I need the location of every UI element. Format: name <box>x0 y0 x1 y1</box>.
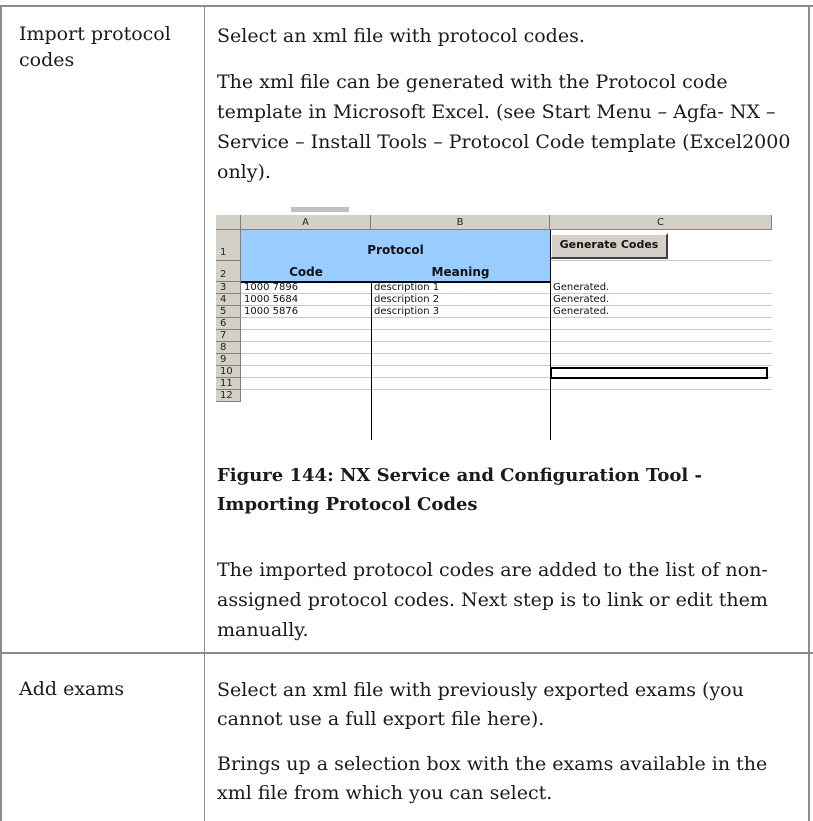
table-left-border <box>0 5 2 821</box>
excel-selected-cell[interactable] <box>550 367 768 379</box>
excel-cell-status: Generated. <box>553 282 610 293</box>
excel-row-header: 12 <box>216 390 241 402</box>
excel-column-header-a: A <box>241 215 371 230</box>
excel-gridline <box>241 293 772 294</box>
excel-cell-status: Generated. <box>553 294 610 305</box>
excel-column-header-b: B <box>371 215 550 230</box>
excel-gridline <box>241 317 772 318</box>
paragraph-xml-generation: The xml file can be generated with the P… <box>217 71 791 183</box>
excel-row-header: 3 <box>216 282 241 294</box>
excel-gridline <box>241 353 772 354</box>
row-label-import-protocol-codes: Import protocol codes <box>19 23 171 71</box>
excel-row-header: 8 <box>216 342 241 354</box>
paragraph-select-xml: Select an xml file with protocol codes. <box>217 25 585 47</box>
excel-column-divider <box>371 282 372 440</box>
excel-row-header: 2 <box>216 261 241 282</box>
excel-cell-meaning: description 1 <box>374 282 440 293</box>
excel-row-header: 1 <box>216 230 241 261</box>
excel-gridline <box>241 341 772 342</box>
table-top-border <box>0 5 813 7</box>
excel-group-header-protocol: Protocol <box>367 243 424 257</box>
excel-header-code: Code <box>289 265 323 279</box>
excel-corner <box>216 215 241 230</box>
excel-row-header: 7 <box>216 330 241 342</box>
excel-header-meaning: Meaning <box>431 265 490 279</box>
table-row-divider <box>0 652 813 654</box>
table-right-border <box>808 5 810 821</box>
row-label-add-exams: Add exams <box>19 678 125 700</box>
table-column-divider <box>204 5 205 821</box>
excel-row-header: 4 <box>216 294 241 306</box>
excel-cell-code: 1000 5876 <box>244 306 299 317</box>
paragraph-selection-box: Brings up a selection box with the exams… <box>217 753 768 804</box>
excel-cell-code: 1000 5684 <box>244 294 299 305</box>
excel-cell-meaning: description 2 <box>374 294 440 305</box>
excel-gridline <box>241 389 772 390</box>
excel-gridline <box>241 305 772 306</box>
excel-row-header: 6 <box>216 318 241 330</box>
excel-tab-stub <box>291 207 349 212</box>
generate-codes-button[interactable]: Generate Codes <box>550 233 668 259</box>
document-table: Import protocol codes Select an xml file… <box>0 0 813 821</box>
excel-row-header: 5 <box>216 306 241 318</box>
paragraph-select-exams-file: Select an xml file with previously expor… <box>217 679 744 730</box>
paragraph-imported-codes: The imported protocol codes are added to… <box>217 559 768 641</box>
excel-cell-code: 1000 7896 <box>244 282 299 293</box>
excel-gridline <box>550 260 772 261</box>
excel-cell-meaning: description 3 <box>374 306 440 317</box>
excel-cell-status: Generated. <box>553 306 610 317</box>
excel-column-divider <box>550 230 551 440</box>
excel-gridline <box>241 329 772 330</box>
excel-row-header: 9 <box>216 354 241 366</box>
excel-row-header: 11 <box>216 378 241 390</box>
excel-column-header-c: C <box>550 215 772 230</box>
excel-gridline <box>241 365 772 366</box>
excel-screenshot: A B C Protocol Code Meaning Generate Cod… <box>216 205 772 440</box>
excel-row-header: 10 <box>216 366 241 378</box>
figure-caption: Figure 144: NX Service and Configuration… <box>217 465 702 515</box>
